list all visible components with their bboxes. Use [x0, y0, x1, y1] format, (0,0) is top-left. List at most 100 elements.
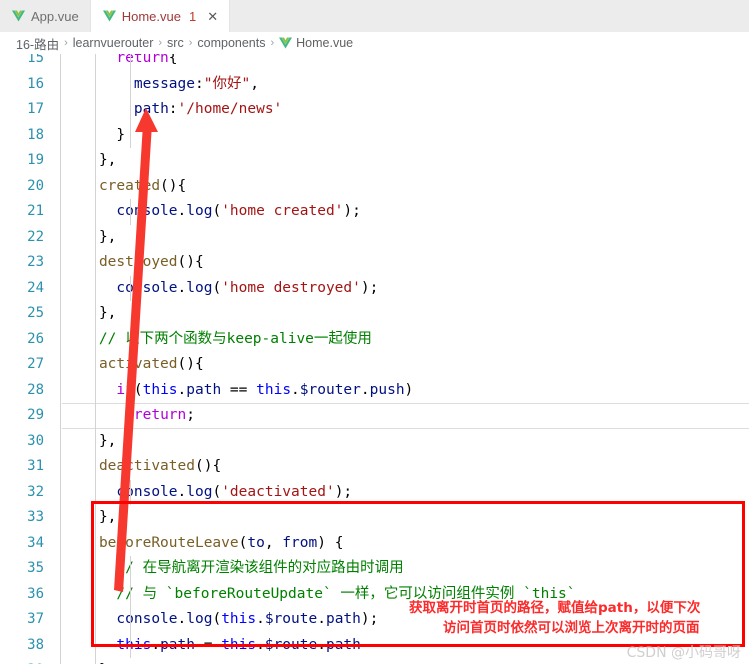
code-text[interactable]: }, [60, 148, 749, 174]
indent-guide [95, 403, 96, 429]
indent-guide [60, 122, 61, 148]
indent-guide [130, 607, 131, 633]
code-text[interactable]: }, [60, 301, 749, 327]
code-text[interactable]: // 以下两个函数与keep-alive一起使用 [60, 326, 749, 352]
code-line[interactable]: 26 // 以下两个函数与keep-alive一起使用 [0, 326, 749, 352]
indent-guide [95, 607, 96, 633]
code-line[interactable]: 23 destroyed(){ [0, 250, 749, 276]
indent-guide [60, 607, 61, 633]
code-line[interactable]: 21 console.log('home created'); [0, 199, 749, 225]
code-line[interactable]: 19 }, [0, 148, 749, 174]
annotation-text-line1: 获取离开时首页的路径，赋值给path，以便下次 [409, 600, 701, 616]
code-text[interactable]: destroyed(){ [60, 250, 749, 276]
code-line[interactable]: 35 // 在导航离开渲染该组件的对应路由时调用 [0, 556, 749, 582]
breadcrumb-item-components[interactable]: components [197, 36, 265, 50]
code-line[interactable]: 30 }, [0, 428, 749, 454]
tab-app-vue[interactable]: App.vue [0, 0, 91, 32]
indent-guide [95, 199, 96, 225]
line-number: 16 [27, 75, 44, 92]
code-text[interactable]: }, [60, 428, 749, 454]
breadcrumb-file-label: Home.vue [296, 36, 354, 50]
code-line[interactable]: 29 return; [0, 403, 749, 429]
code-text[interactable]: path:'/home/news' [60, 97, 749, 123]
indent-guide [130, 556, 131, 582]
line-number: 22 [27, 228, 44, 245]
code-text[interactable]: return; [60, 403, 749, 429]
code-line[interactable]: 28 if(this.path == this.$router.push) [0, 377, 749, 403]
indent-guide [130, 122, 131, 148]
code-line[interactable]: 24 console.log('home destroyed'); [0, 275, 749, 301]
indent-guide [60, 581, 61, 607]
code-line[interactable]: 20 created(){ [0, 173, 749, 199]
line-number: 37 [27, 611, 44, 627]
code-line[interactable]: 22 }, [0, 224, 749, 250]
code-text[interactable]: console.log('home created'); [60, 199, 749, 225]
indent-guide [95, 224, 96, 250]
tab-home-vue[interactable]: Home.vue 1 ✕ [90, 0, 231, 32]
indent-guide [130, 403, 131, 429]
code-text[interactable]: }, [60, 224, 749, 250]
code-editor[interactable]: 15 return{16 message:"你好", 17 path:'/home… [0, 54, 749, 664]
code-text[interactable]: activated(){ [60, 352, 749, 378]
breadcrumb-item-file[interactable]: Home.vue [279, 36, 353, 50]
code-text[interactable]: }, [60, 505, 749, 531]
code-line[interactable]: 31 deactivated(){ [0, 454, 749, 480]
indent-guide [60, 556, 61, 582]
code-line[interactable]: 17 path:'/home/news' [0, 97, 749, 123]
line-number: 27 [27, 356, 44, 372]
indent-guide [95, 658, 96, 664]
indent-guide [95, 122, 96, 148]
line-number: 29 [27, 407, 44, 423]
indent-guide [60, 428, 61, 454]
indent-guide [95, 173, 96, 199]
line-number: 15 [27, 54, 44, 66]
tab-label: App.vue [31, 8, 79, 24]
indent-guide [95, 632, 96, 658]
code-lines[interactable]: 15 return{16 message:"你好", 17 path:'/home… [0, 54, 749, 664]
code-text[interactable]: created(){ [60, 173, 749, 199]
line-number: 39 [0, 658, 62, 664]
code-text[interactable]: } [60, 122, 749, 148]
vscode-editor-window: App.vue Home.vue 1 ✕ 16-路由 › learnvuerou… [0, 0, 749, 664]
code-line[interactable]: 27 activated(){ [0, 352, 749, 378]
indent-guide [95, 556, 96, 582]
breadcrumb-item-project[interactable]: 16-路由 [16, 34, 59, 53]
indent-guide [60, 632, 61, 658]
code-line[interactable]: 32 console.log('deactivated'); [0, 479, 749, 505]
indent-guide [60, 224, 61, 250]
code-text[interactable]: // 在导航离开渲染该组件的对应路由时调用 [60, 556, 749, 582]
code-text[interactable]: console.log('deactivated'); [60, 479, 749, 505]
line-number: 18 [27, 126, 44, 143]
indent-guide [60, 275, 61, 301]
code-text[interactable]: message:"你好", [60, 71, 749, 97]
chevron-right-icon: › [64, 37, 68, 49]
vue-file-icon [279, 37, 293, 49]
indent-guide [95, 454, 96, 480]
code-line[interactable]: 25 }, [0, 301, 749, 327]
breadcrumb-item-src[interactable]: src [167, 36, 184, 50]
line-number: 24 [27, 279, 44, 296]
indent-guide [95, 301, 96, 327]
line-number: 25 [27, 305, 44, 321]
code-text[interactable]: if(this.path == this.$router.push) [60, 377, 749, 403]
breadcrumb-item-learnvuerouter[interactable]: learnvuerouter [73, 36, 154, 50]
close-icon[interactable]: ✕ [207, 10, 218, 23]
indent-guide [60, 658, 61, 664]
tab-label: Home.vue [121, 8, 181, 24]
line-number: 23 [27, 254, 44, 270]
indent-guide [95, 377, 96, 403]
code-text[interactable]: beforeRouteLeave(to, from) { [60, 530, 749, 556]
indent-guide [60, 199, 61, 225]
code-line[interactable]: 33 }, [0, 505, 749, 531]
code-text[interactable]: deactivated(){ [60, 454, 749, 480]
code-line[interactable]: 18 } [0, 122, 749, 148]
line-number: 30 [27, 432, 44, 449]
indent-guide [130, 54, 131, 72]
indent-guide [60, 71, 61, 97]
code-text[interactable]: console.log('home destroyed'); [60, 275, 749, 301]
code-line[interactable]: 34 beforeRouteLeave(to, from) { [0, 530, 749, 556]
code-text[interactable]: return{ [60, 54, 749, 72]
line-number: 32 [27, 483, 44, 500]
code-line[interactable]: 16 message:"你好", [0, 71, 749, 97]
code-line[interactable]: 15 return{ [0, 54, 749, 72]
